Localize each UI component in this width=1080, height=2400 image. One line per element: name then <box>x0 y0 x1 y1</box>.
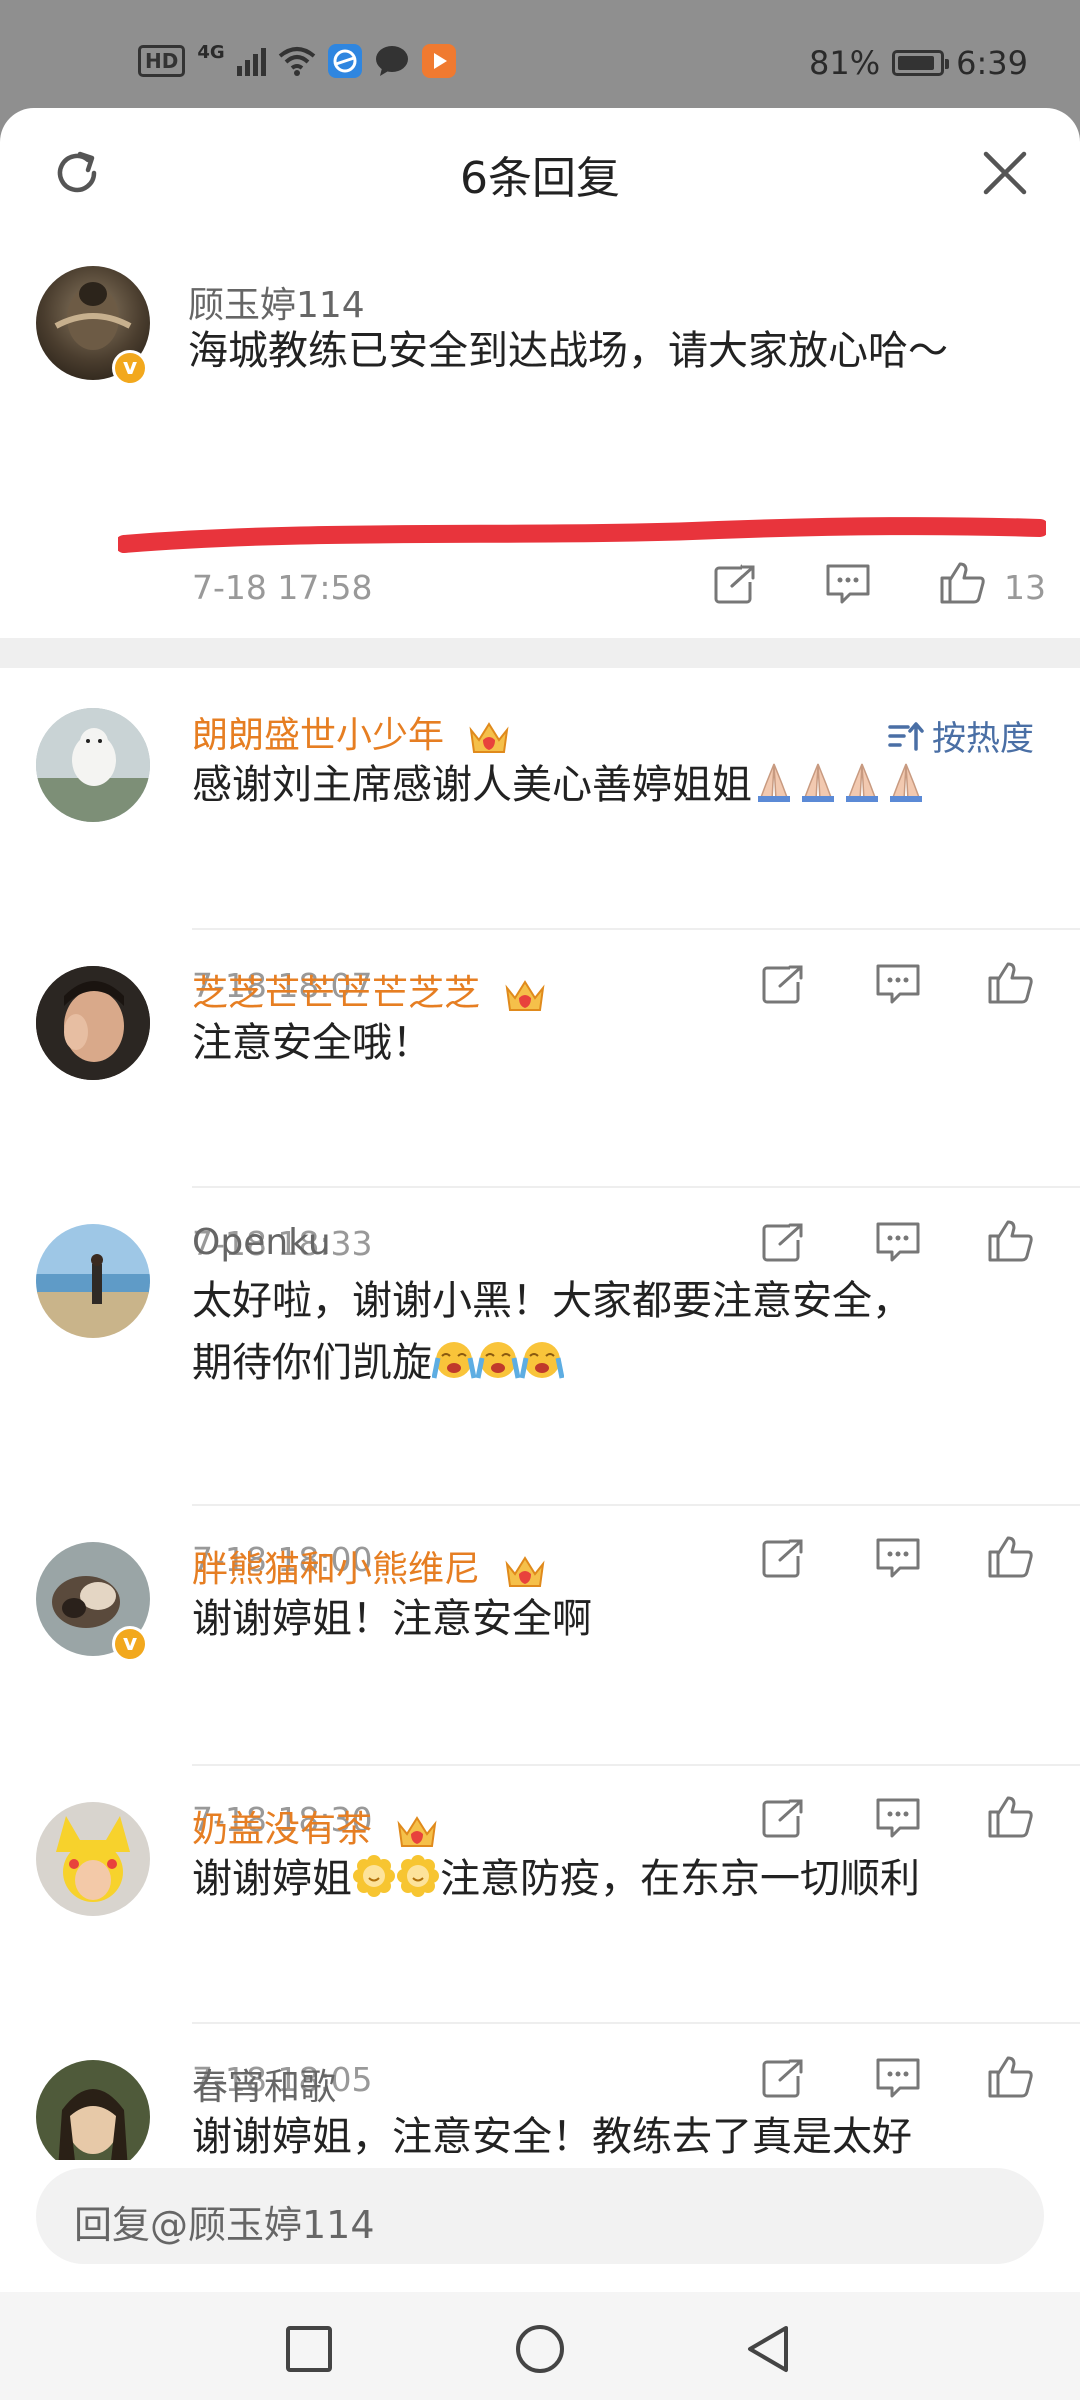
comment-time: 7-18 17:58 <box>192 568 373 607</box>
comment-text: 注意安全哦！ <box>192 1020 432 1066</box>
recent-apps-icon[interactable] <box>282 2322 336 2376</box>
battery-percent: 81% <box>809 44 881 82</box>
clock: 6:39 <box>956 44 1028 82</box>
pray-emoji-icon <box>846 763 878 802</box>
comment-separator <box>192 1504 1080 1506</box>
crying-emoji-icon <box>476 1342 520 1379</box>
comment-username[interactable]: 朗朗盛世小少年 <box>192 706 511 758</box>
signal-icon <box>236 46 266 76</box>
comment-text: 感谢刘主席感谢人美心善婷姐姐 <box>192 754 928 816</box>
sort-by-hot-button[interactable]: 按热度 <box>886 711 1034 760</box>
thumbs-up-icon[interactable] <box>986 1534 1034 1578</box>
hd-indicator: HD <box>138 45 186 77</box>
section-divider <box>0 638 1080 668</box>
thumbs-up-icon[interactable] <box>986 1794 1034 1838</box>
comment-separator <box>192 1186 1080 1188</box>
crying-emoji-icon <box>520 1342 564 1379</box>
share-icon[interactable] <box>760 1796 808 1840</box>
share-icon[interactable] <box>760 2056 808 2100</box>
comment-separator <box>192 2022 1080 2024</box>
flower-emoji-icon <box>353 1855 395 1897</box>
thumbs-up-icon[interactable] <box>938 560 986 604</box>
video-app-icon <box>421 44 456 78</box>
comment-text: 海城教练已安全到达战场，请大家放心哈～ <box>188 328 948 374</box>
vip-crown-icon <box>505 980 545 1011</box>
share-icon[interactable] <box>712 562 760 606</box>
reply-placeholder: 回复@顾玉婷114 <box>74 2203 375 2247</box>
sort-icon <box>888 721 924 751</box>
comment-icon[interactable] <box>824 562 872 606</box>
share-icon[interactable] <box>760 1536 808 1580</box>
share-icon[interactable] <box>760 1220 808 1264</box>
like-count: 13 <box>1004 568 1046 607</box>
red-underline-annotation <box>118 517 1046 553</box>
replies-sheet: 6条回复 v 顾玉婷114 海城教练已安全到达战场，请大家放心哈～ 7-18 1… <box>0 108 1080 2292</box>
comment-username[interactable]: Openku <box>192 1222 331 1263</box>
pray-emoji-icon <box>890 763 922 802</box>
comment-text: 谢谢婷姐 注意防疫，在东京一切顺利 <box>192 1855 920 1902</box>
crying-emoji-icon <box>432 1342 476 1379</box>
vip-crown-icon <box>469 722 509 753</box>
comment-icon[interactable] <box>874 1220 922 1264</box>
back-icon[interactable] <box>742 2322 796 2376</box>
comment-icon[interactable] <box>874 1796 922 1840</box>
comment-username[interactable]: 奶盖没有茶 <box>192 1800 439 1852</box>
avatar[interactable] <box>36 1802 150 1916</box>
avatar[interactable] <box>36 966 150 1080</box>
comment-username[interactable]: 春宵和歌 <box>192 2058 336 2110</box>
comment-text: 谢谢婷姐，注意安全！教练去了真是太好 <box>192 2114 912 2160</box>
comment-icon[interactable] <box>874 1536 922 1580</box>
thumbs-up-icon[interactable] <box>986 1218 1034 1262</box>
comment-text: 谢谢婷姐！注意安全啊 <box>192 1596 592 1642</box>
comment-separator <box>192 928 1080 930</box>
reply-bar: 回复@顾玉婷114 <box>0 2160 1080 2292</box>
vip-crown-icon <box>397 1816 437 1847</box>
comment-text: 太好啦，谢谢小黑！大家都要注意安全， 期待你们凯旋 <box>192 1278 912 1386</box>
close-icon[interactable] <box>982 150 1028 196</box>
status-bar: HD 4G 81% 6:39 <box>0 0 1080 105</box>
browser-app-icon <box>327 44 362 78</box>
flower-emoji-icon <box>397 1855 439 1897</box>
battery-icon <box>892 50 950 76</box>
sheet-header: 6条回复 <box>0 108 1080 240</box>
comment-username[interactable]: 胖熊猫和小熊维尼 <box>192 1540 547 1592</box>
network-type: 4G <box>197 42 225 63</box>
system-nav-bar <box>0 2292 1080 2400</box>
pray-emoji-icon <box>758 763 790 802</box>
comment-username[interactable]: 芝芝芒芒芒芒芝芝 <box>192 964 547 1016</box>
sort-label: 按热度 <box>932 719 1034 759</box>
original-comment: v 顾玉婷114 海城教练已安全到达战场，请大家放心哈～ 7-18 17:58 … <box>0 238 1080 638</box>
sheet-title: 6条回复 <box>460 153 620 204</box>
avatar[interactable] <box>36 708 150 822</box>
message-icon <box>375 46 408 76</box>
comment-separator <box>192 1764 1080 1766</box>
pray-emoji-icon <box>802 763 834 802</box>
thumbs-up-icon[interactable] <box>986 960 1034 1004</box>
avatar[interactable] <box>36 2060 150 2174</box>
verified-badge: v <box>112 1626 148 1662</box>
comment-icon[interactable] <box>874 962 922 1006</box>
verified-badge: v <box>112 350 148 386</box>
thumbs-up-icon[interactable] <box>986 2054 1034 2098</box>
avatar[interactable] <box>36 1224 150 1338</box>
reply-input[interactable]: 回复@顾玉婷114 <box>36 2168 1044 2264</box>
comment-icon[interactable] <box>874 2056 922 2100</box>
share-icon[interactable] <box>760 962 808 1006</box>
wifi-icon <box>278 47 315 76</box>
vip-crown-icon <box>505 1556 545 1587</box>
home-icon[interactable] <box>513 2322 567 2376</box>
